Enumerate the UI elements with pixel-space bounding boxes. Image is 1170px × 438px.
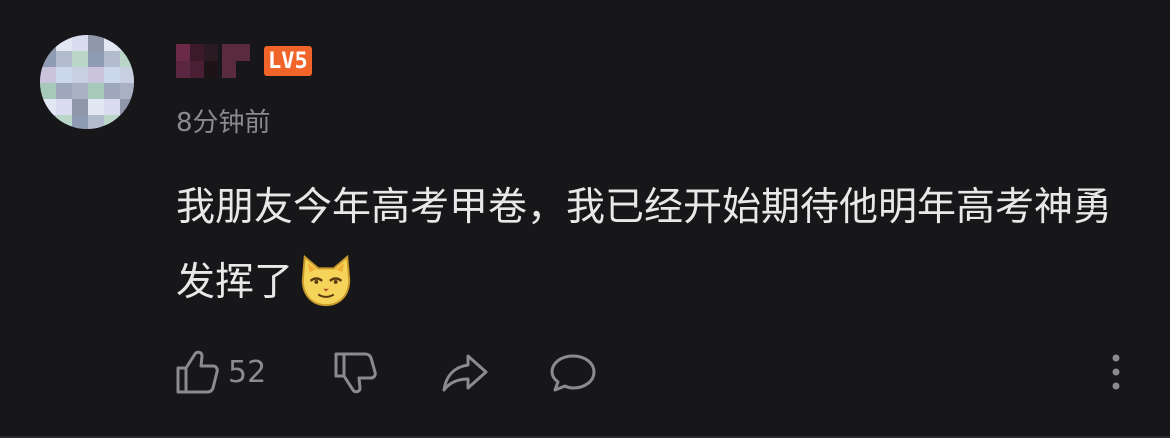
more-vertical-icon: [1112, 354, 1120, 390]
more-options-button[interactable]: [1106, 345, 1126, 399]
action-bar: 52: [0, 345, 1170, 399]
smirking-cat-emoji-icon: [301, 254, 351, 307]
avatar[interactable]: [40, 35, 134, 129]
thumbs-up-icon: [176, 350, 219, 394]
dislike-button[interactable]: [332, 345, 380, 399]
share-arrow-icon: [442, 354, 488, 392]
like-button[interactable]: 52: [174, 345, 266, 399]
share-button[interactable]: [440, 345, 490, 399]
username-censored[interactable]: [176, 44, 250, 78]
level-badge: LV5: [264, 46, 312, 76]
reply-button[interactable]: [548, 345, 598, 399]
thumbs-down-icon: [334, 352, 377, 394]
username-row: LV5: [176, 44, 312, 78]
timestamp: 8分钟前: [176, 108, 271, 138]
like-count: 52: [228, 354, 267, 390]
comment-body: 我朋友今年高考甲卷，我已经开始期待他明年高考神勇发挥了: [176, 170, 1136, 320]
comment-bubble-icon: [550, 354, 596, 392]
